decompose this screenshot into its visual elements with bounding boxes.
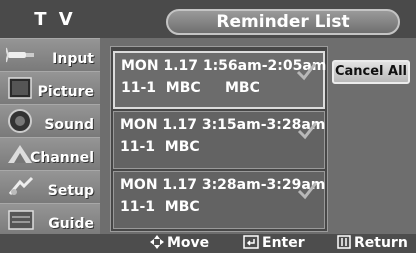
setup-icon	[8, 176, 34, 195]
sidebar-item-label: Setup	[47, 183, 94, 199]
sidebar-item-label: Guide	[48, 216, 94, 232]
reminder-datetime: MON 1.17 3:15am-3:28am	[120, 117, 326, 133]
picture-icon	[8, 77, 32, 99]
sidebar-item-picture[interactable]: Picture	[0, 71, 100, 104]
reminder-datetime: MON 1.17 3:28am-3:29am	[120, 177, 326, 193]
input-icon	[6, 47, 34, 63]
sound-icon	[8, 109, 32, 133]
reminder-row[interactable]: MON 1.17 3:28am-3:29am 11-1 MBC	[113, 171, 325, 229]
sidebar-item-sound[interactable]: Sound	[0, 104, 100, 137]
sidebar-menu: Input Picture Sound Channel Setup Guide	[0, 38, 100, 236]
check-icon	[297, 182, 318, 200]
sidebar-item-guide[interactable]: Guide	[0, 203, 100, 236]
reminder-row[interactable]: MON 1.17 3:15am-3:28am 11-1 MBC	[113, 111, 325, 169]
tv-osd-screen: T V Reminder List Input Picture Sound Ch…	[0, 0, 416, 253]
reminder-row[interactable]: MON 1.17 1:56am-2:05am 11-1 MBC MBC	[113, 51, 326, 109]
sidebar-item-label: Channel	[30, 150, 94, 166]
reminder-list: MON 1.17 1:56am-2:05am 11-1 MBC MBC MON …	[110, 46, 328, 232]
reminder-channel: 11-1 MBC	[120, 139, 200, 155]
footer-bar: Move Enter Return	[0, 234, 416, 253]
check-icon	[296, 63, 317, 81]
guide-icon	[8, 210, 34, 230]
move-arrows-icon	[150, 235, 164, 249]
move-hint: Move	[150, 234, 209, 253]
reminder-program: MBC	[225, 80, 260, 96]
tv-title: T V	[34, 9, 76, 30]
reminder-channel: 11-1 MBC	[120, 199, 200, 215]
sidebar-item-label: Input	[52, 51, 94, 67]
header-bar: T V Reminder List	[0, 0, 416, 38]
sidebar-item-setup[interactable]: Setup	[0, 170, 100, 203]
sidebar-item-label: Sound	[44, 117, 94, 133]
return-hint: Return	[337, 234, 408, 253]
enter-icon	[243, 235, 259, 249]
sidebar-item-input[interactable]: Input	[0, 38, 100, 71]
check-icon	[297, 122, 318, 140]
sidebar-item-label: Picture	[37, 84, 94, 100]
reminder-channel: 11-1 MBC	[121, 80, 201, 96]
screen-title: Reminder List	[166, 9, 400, 35]
return-icon	[337, 235, 351, 249]
cancel-all-button[interactable]: Cancel All	[332, 60, 410, 84]
sidebar-item-channel[interactable]: Channel	[0, 137, 100, 170]
enter-hint: Enter	[243, 234, 305, 253]
